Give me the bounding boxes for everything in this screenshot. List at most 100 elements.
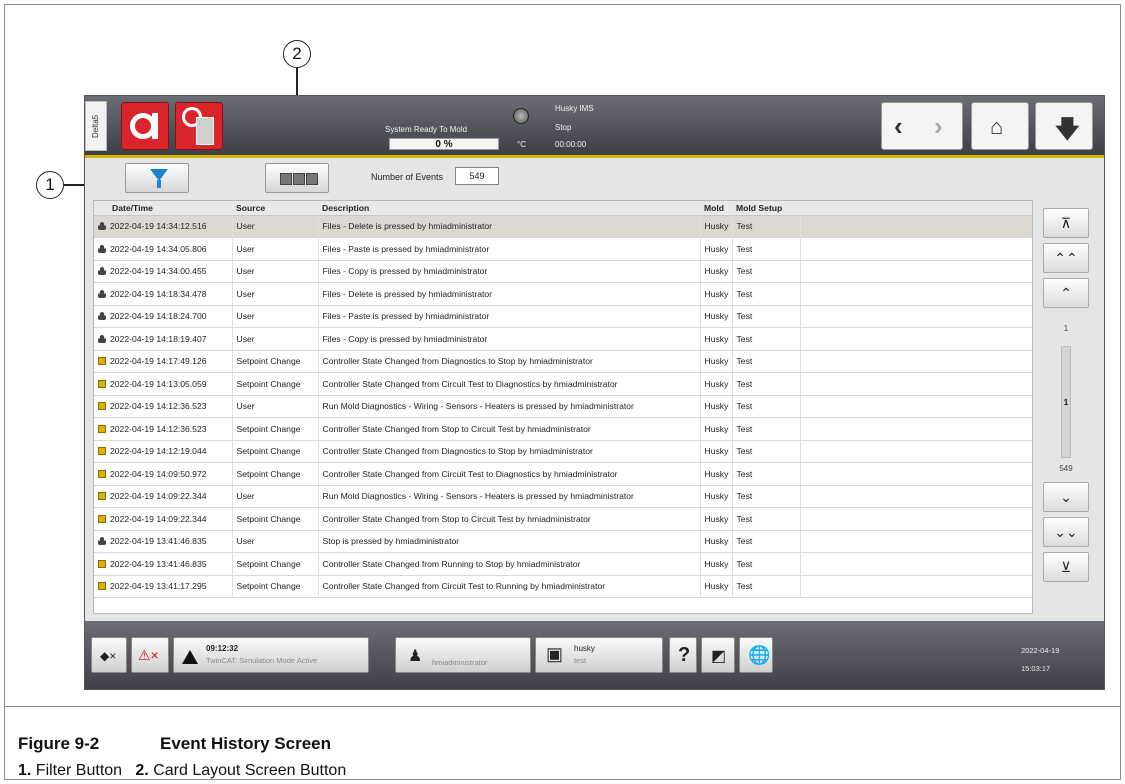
- mute-button[interactable]: ◆×: [91, 637, 127, 673]
- cell-source: Setpoint Change: [232, 350, 319, 373]
- column-header-source[interactable]: Source: [232, 201, 318, 216]
- page-down-button[interactable]: ⌄⌄: [1043, 517, 1089, 547]
- table-row[interactable]: 2022-04-19 14:13:05.059 Setpoint Change Co…: [94, 372, 1032, 396]
- home-button[interactable]: ⌂: [971, 102, 1029, 150]
- cell-source: User: [232, 305, 319, 328]
- cell-filler: [800, 260, 1032, 283]
- globe-icon: 🌐: [748, 645, 771, 665]
- column-header-filler: [800, 201, 1032, 216]
- mold-button[interactable]: ▣ husky test: [535, 637, 663, 673]
- callout-1: 1: [36, 171, 64, 199]
- scroll-range-bottom: 549: [1059, 464, 1073, 473]
- language-button[interactable]: 🌐: [739, 637, 773, 673]
- table-row[interactable]: 2022-04-19 14:12:36.523 User Run Mold Diag…: [94, 395, 1032, 418]
- cell-source: User: [232, 327, 319, 351]
- cell-datetime: 2022-04-19 14:12:19.044: [94, 440, 233, 463]
- cell-mold: Husky: [700, 485, 733, 508]
- table-row[interactable]: 2022-04-19 14:18:24.700 User Files - Paste…: [94, 305, 1032, 328]
- cell-mold-setup: Test: [732, 350, 801, 373]
- alarm-reset-button[interactable]: ⚠×: [131, 637, 169, 673]
- column-header-description[interactable]: Description: [318, 201, 700, 216]
- mold-icon: ▣: [546, 644, 564, 664]
- heaters-off-button[interactable]: [175, 102, 223, 150]
- filter-button[interactable]: [125, 163, 189, 193]
- speaker-mute-icon: ◆×: [100, 649, 117, 663]
- scroll-up-button[interactable]: ⌃: [1043, 278, 1089, 308]
- card-layout-button[interactable]: [265, 163, 329, 193]
- scroll-top-button[interactable]: ⊼: [1043, 208, 1089, 238]
- user-icon: [98, 244, 106, 253]
- help-button[interactable]: ?: [669, 637, 697, 673]
- table-row[interactable]: 2022-04-19 13:41:46.835 User Stop is press…: [94, 530, 1032, 553]
- table-row[interactable]: 2022-04-19 14:34:05.806 User Files - Paste…: [94, 237, 1032, 261]
- table-row[interactable]: 2022-04-19 14:17:49.126 Setpoint Change Co…: [94, 350, 1032, 373]
- user-icon: [98, 267, 106, 276]
- filter-funnel-stem: [157, 180, 161, 188]
- datetime-text: 2022-04-19 14:13:05.059: [110, 378, 207, 389]
- cell-datetime: 2022-04-19 14:09:22.344: [94, 485, 233, 508]
- setpoint-change-icon: [98, 582, 106, 591]
- user-icon: [98, 537, 106, 546]
- cell-source: Setpoint Change: [232, 507, 319, 531]
- scroll-bottom-button[interactable]: ⊻: [1043, 552, 1089, 582]
- back-arrow-icon[interactable]: ‹: [894, 111, 903, 142]
- table-row[interactable]: 2022-04-19 14:18:19.407 User Files - Copy …: [94, 327, 1032, 351]
- setpoint-change-icon: [98, 379, 106, 388]
- datetime-text: 2022-04-19 14:18:19.407: [110, 333, 207, 344]
- datetime-text: 2022-04-19 14:09:22.344: [110, 513, 207, 524]
- cell-description: Run Mold Diagnostics - Wiring - Sensors …: [318, 395, 701, 418]
- cell-datetime: 2022-04-19 14:18:34.478: [94, 282, 233, 306]
- cell-mold: Husky: [700, 552, 733, 576]
- table-row[interactable]: 2022-04-19 14:09:22.344 User Run Mold Diag…: [94, 485, 1032, 508]
- cell-mold: Husky: [700, 507, 733, 531]
- cell-source: User: [232, 530, 319, 553]
- side-tab-delta5[interactable]: Delta5: [85, 101, 107, 151]
- table-row[interactable]: 2022-04-19 14:12:19.044 Setpoint Change Co…: [94, 440, 1032, 463]
- caption-divider: [4, 706, 1121, 707]
- temperature-knob-icon: [513, 108, 529, 124]
- datetime-text: 2022-04-19 13:41:46.835: [110, 536, 207, 547]
- cell-filler: [800, 372, 1032, 396]
- column-header-mold-setup[interactable]: Mold Setup: [732, 201, 800, 216]
- forward-arrow-icon[interactable]: ›: [934, 111, 943, 142]
- cell-mold-setup: Test: [732, 372, 801, 396]
- table-row[interactable]: 2022-04-19 13:41:46.835 Setpoint Change Co…: [94, 552, 1032, 576]
- column-header-datetime[interactable]: Date/Time: [94, 201, 232, 216]
- alarm-button[interactable]: [121, 102, 169, 150]
- cell-description: Controller State Changed from Stop to Ci…: [318, 417, 701, 441]
- cell-mold-setup: Test: [732, 282, 801, 306]
- table-row[interactable]: 2022-04-19 14:12:36.523 Setpoint Change Co…: [94, 417, 1032, 441]
- table-row[interactable]: 2022-04-19 14:18:34.478 User Files - Delet…: [94, 282, 1032, 306]
- cell-mold-setup: Test: [732, 530, 801, 553]
- table-row[interactable]: 2022-04-19 14:34:12.516 User Files - Delet…: [94, 215, 1032, 238]
- setpoint-change-icon: [98, 447, 106, 456]
- legend-item-2-number: 2.: [135, 762, 149, 779]
- cell-mold-setup: Test: [732, 552, 801, 576]
- datetime-text: 2022-04-19 14:09:22.344: [110, 491, 207, 502]
- setpoint-change-icon: [98, 559, 106, 568]
- datetime-text: 2022-04-19 14:12:19.044: [110, 446, 207, 457]
- cell-mold: Husky: [700, 237, 733, 261]
- cell-mold: Husky: [700, 260, 733, 283]
- screenshot-button[interactable]: ◩: [701, 637, 735, 673]
- datetime-text: 2022-04-19 14:12:36.523: [110, 423, 207, 434]
- system-status: System Ready To Mold: [385, 125, 468, 134]
- cell-datetime: 2022-04-19 14:09:50.972: [94, 462, 233, 486]
- down-arrow-icon: 🡇: [1055, 116, 1080, 143]
- cell-datetime: 2022-04-19 14:18:24.700: [94, 305, 233, 328]
- table-row[interactable]: 2022-04-19 14:09:50.972 Setpoint Change Co…: [94, 462, 1032, 486]
- home-icon: ⌂: [990, 114, 1004, 139]
- table-row[interactable]: 2022-04-19 13:41:17.295 Setpoint Change Co…: [94, 575, 1032, 598]
- mold-setup: test: [574, 656, 587, 665]
- cell-description: Files - Copy is pressed by hmiadministra…: [318, 260, 701, 283]
- active-alarm-button[interactable]: 09:12:32 TwinCAT: Simulation Mode Active: [173, 637, 369, 673]
- scroll-down-button[interactable]: ⌄: [1043, 482, 1089, 512]
- table-row[interactable]: 2022-04-19 14:34:00.455 User Files - Copy …: [94, 260, 1032, 283]
- column-header-mold[interactable]: Mold: [700, 201, 732, 216]
- download-button[interactable]: 🡇: [1035, 102, 1093, 150]
- scroll-range-top: 1: [1063, 324, 1069, 333]
- page-up-button[interactable]: ⌃⌃: [1043, 243, 1089, 273]
- table-row[interactable]: 2022-04-19 14:09:22.344 Setpoint Change Co…: [94, 507, 1032, 531]
- user-button[interactable]: ♟ hmiadministrator: [395, 637, 531, 673]
- help-icon: ?: [678, 644, 691, 666]
